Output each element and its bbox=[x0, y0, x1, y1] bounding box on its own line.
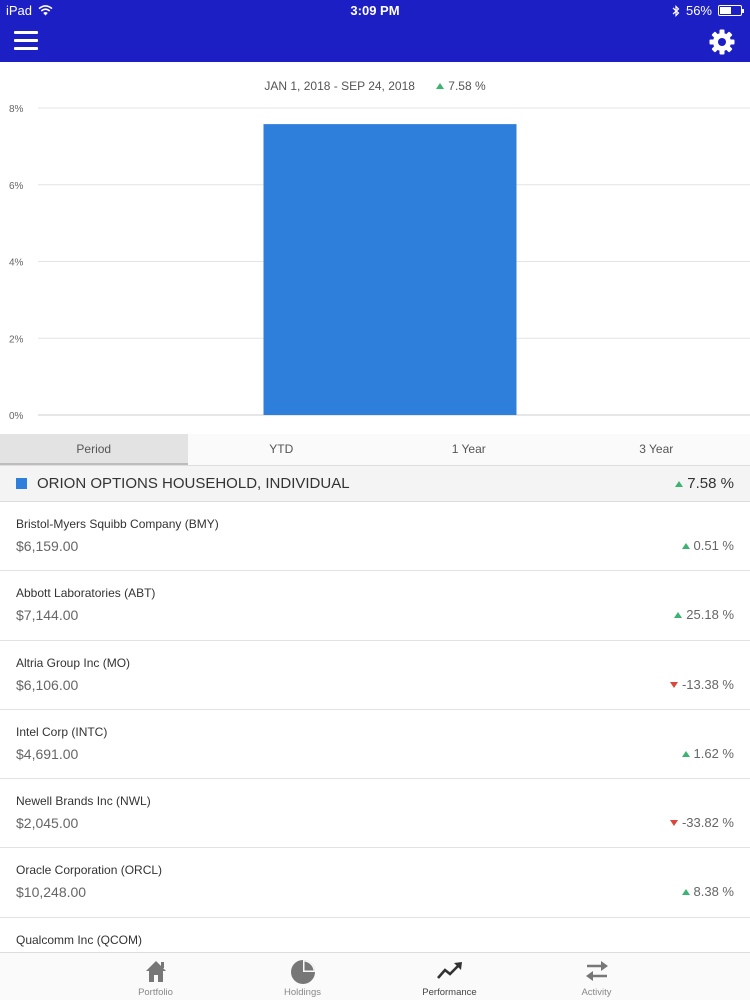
status-time: 3:09 PM bbox=[350, 3, 400, 18]
y-tick-label: 6% bbox=[9, 181, 24, 192]
battery-icon bbox=[718, 5, 744, 16]
holding-value: $10,248.00 bbox=[16, 884, 87, 901]
holding-change-value: 8.38 % bbox=[693, 884, 734, 900]
holding-change-value: -33.82 % bbox=[681, 815, 734, 831]
holding-name: Oracle Corporation (ORCL) bbox=[16, 863, 163, 878]
holding-row[interactable]: Oracle Corporation (ORCL) $10,248.00 8.3… bbox=[0, 848, 750, 918]
y-tick-label: 8% bbox=[9, 104, 24, 115]
holding-value: $7,144.00 bbox=[16, 607, 79, 624]
up-arrow-icon bbox=[674, 612, 683, 619]
hamburger-icon bbox=[14, 31, 38, 50]
tab-1-year[interactable]: 1 Year bbox=[375, 434, 563, 465]
holding-row[interactable]: Qualcomm Inc (QCOM) bbox=[0, 918, 750, 952]
holding-name: Altria Group Inc (MO) bbox=[16, 655, 131, 670]
holding-change: 25.18 % bbox=[674, 607, 734, 622]
chart-return: 7.58 % bbox=[448, 79, 486, 93]
bar[interactable] bbox=[263, 124, 517, 416]
holding-value: $6,159.00 bbox=[16, 538, 79, 554]
account-return: 7.58 % bbox=[675, 475, 734, 492]
period-tabs: Period YTD 1 Year 3 Year bbox=[0, 434, 750, 465]
account-summary-row[interactable]: ORION OPTIONS HOUSEHOLD, INDIVIDUAL 7.58… bbox=[0, 465, 750, 502]
tab-ytd[interactable]: YTD bbox=[188, 434, 376, 465]
holding-change: -13.38 % bbox=[669, 676, 734, 692]
bottom-tab-label: Holdings bbox=[284, 987, 321, 998]
bottom-tab-label: Performance bbox=[422, 987, 477, 998]
home-icon bbox=[145, 961, 166, 982]
holding-change: 0.51 % bbox=[681, 538, 734, 553]
holding-row[interactable]: Bristol-Myers Squibb Company (BMY) $6,15… bbox=[0, 502, 750, 572]
holding-change-value: 25.18 % bbox=[686, 607, 734, 623]
account-color-swatch bbox=[16, 478, 27, 489]
holding-change: -33.82 % bbox=[669, 815, 734, 831]
y-tick-label: 4% bbox=[9, 258, 24, 269]
swap-arrows-icon bbox=[585, 961, 608, 981]
holding-change: 8.38 % bbox=[681, 884, 734, 900]
account-name: ORION OPTIONS HOUSEHOLD, INDIVIDUAL bbox=[37, 475, 350, 492]
holding-name: Abbott Laboratories (ABT) bbox=[16, 586, 156, 601]
holding-row[interactable]: Intel Corp (INTC) $4,691.00 1.62 % bbox=[0, 710, 750, 780]
battery-fill bbox=[720, 7, 732, 14]
chart-header: JAN 1, 2018 - SEP 24, 2018 7.58 % bbox=[0, 79, 750, 93]
holding-row[interactable]: Newell Brands Inc (NWL) $2,045.00 -33.82… bbox=[0, 779, 750, 849]
holding-value: $4,691.00 bbox=[16, 745, 79, 762]
holding-name: Newell Brands Inc (NWL) bbox=[16, 794, 151, 809]
trend-up-icon bbox=[436, 962, 462, 979]
holding-row[interactable]: Altria Group Inc (MO) $6,106.00 -13.38 % bbox=[0, 641, 750, 710]
bluetooth-icon bbox=[672, 4, 680, 17]
chart-date-range: JAN 1, 2018 - SEP 24, 2018 bbox=[264, 79, 415, 93]
tab-period[interactable]: Period bbox=[0, 434, 188, 465]
holding-change: 1.62 % bbox=[681, 745, 734, 761]
menu-button[interactable] bbox=[14, 31, 38, 51]
bottom-tab-bar: Portfolio Holdings Performance Activity bbox=[0, 952, 750, 1000]
bottom-tab-performance[interactable]: Performance bbox=[376, 953, 523, 1000]
status-right: 56% bbox=[672, 3, 744, 18]
up-arrow-icon bbox=[436, 83, 445, 89]
gear-icon bbox=[709, 29, 735, 55]
battery-percent: 56% bbox=[685, 3, 712, 18]
bottom-tab-activity[interactable]: Activity bbox=[523, 953, 670, 1000]
status-bar: iPad 3:09 PM 56% bbox=[0, 0, 750, 22]
bottom-tab-label: Portfolio bbox=[138, 987, 173, 998]
holding-change-value: -13.38 % bbox=[681, 676, 734, 692]
tab-3-year[interactable]: 3 Year bbox=[563, 434, 750, 465]
down-arrow-icon bbox=[669, 820, 678, 827]
up-arrow-icon bbox=[681, 889, 690, 896]
holding-change-value: 0.51 % bbox=[693, 538, 734, 553]
bar-chart: 0% 2% 4% 6% 8% bbox=[9, 104, 750, 422]
holding-name: Qualcomm Inc (QCOM) bbox=[16, 932, 143, 947]
y-tick-label: 0% bbox=[9, 411, 24, 422]
down-arrow-icon bbox=[669, 681, 678, 688]
holding-name: Bristol-Myers Squibb Company (BMY) bbox=[16, 517, 219, 531]
holdings-list: Bristol-Myers Squibb Company (BMY) $6,15… bbox=[0, 502, 750, 952]
holding-change-value: 1.62 % bbox=[693, 745, 734, 761]
up-arrow-icon bbox=[675, 481, 684, 487]
settings-button[interactable] bbox=[708, 28, 736, 56]
performance-chart: 0% 2% 4% 6% 8% JAN 1, 2018 - SEP 24, 2018 7.… bbox=[0, 62, 750, 434]
top-bar: iPad 3:09 PM 56% bbox=[0, 0, 750, 62]
holding-value: $2,045.00 bbox=[16, 815, 79, 832]
holding-name: Intel Corp (INTC) bbox=[16, 724, 108, 739]
up-arrow-icon bbox=[681, 750, 690, 757]
account-return-value: 7.58 % bbox=[687, 475, 734, 492]
up-arrow-icon bbox=[681, 543, 690, 549]
bottom-tab-portfolio[interactable]: Portfolio bbox=[82, 953, 229, 1000]
y-tick-label: 2% bbox=[9, 334, 24, 345]
bottom-tab-label: Activity bbox=[581, 987, 612, 998]
bottom-tab-holdings[interactable]: Holdings bbox=[229, 953, 376, 1000]
holding-value: $6,106.00 bbox=[16, 676, 79, 693]
holding-row[interactable]: Abbott Laboratories (ABT) $7,144.00 25.1… bbox=[0, 571, 750, 641]
pie-chart-icon bbox=[290, 960, 315, 984]
